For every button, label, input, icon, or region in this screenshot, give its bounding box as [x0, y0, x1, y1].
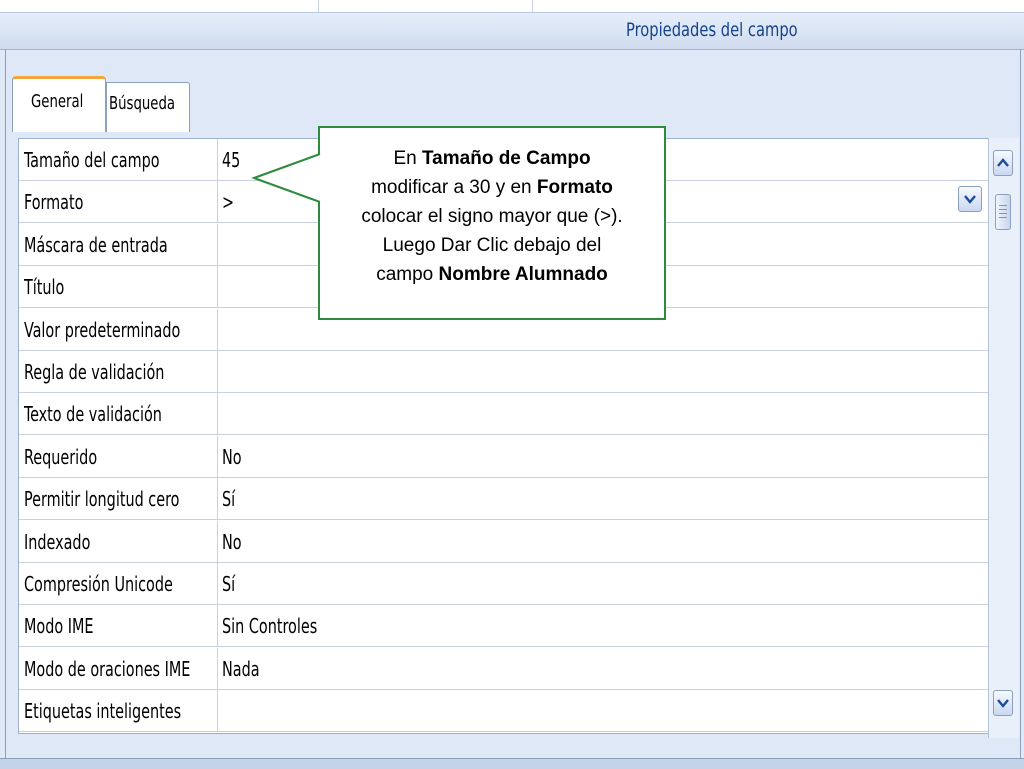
property-label: Permitir longitud cero: [19, 478, 218, 520]
property-label-text: Tamaño del campo: [24, 148, 160, 172]
property-row[interactable]: Modo de oraciones IME Nada: [19, 647, 989, 690]
property-row[interactable]: Indexado No: [19, 520, 989, 563]
property-value-text: Sí: [222, 572, 236, 596]
scroll-thumb[interactable]: [995, 194, 1011, 230]
scroll-up-button[interactable]: [993, 150, 1013, 176]
property-label-text: Valor predeterminado: [24, 317, 181, 342]
property-value-field[interactable]: [219, 690, 989, 731]
property-label-text: Regla de validación: [24, 360, 165, 384]
column-separator: [532, 0, 533, 12]
top-strip: [0, 0, 1024, 13]
property-label: Modo de oraciones IME: [19, 647, 218, 689]
property-value-field[interactable]: [219, 351, 989, 392]
property-label: Tamaño del campo: [19, 139, 218, 180]
property-value-field[interactable]: No: [219, 521, 989, 562]
property-value-field[interactable]: No: [219, 436, 989, 477]
property-value-field[interactable]: [219, 393, 989, 434]
property-row[interactable]: Requerido No: [19, 435, 989, 478]
property-row[interactable]: Regla de validación: [19, 351, 989, 393]
property-label: Texto de validación: [19, 393, 218, 435]
callout-line-3: colocar el signo mayor que (>).: [361, 206, 623, 227]
callout-line-4: Luego Dar Clic debajo del: [382, 235, 602, 256]
property-label: Máscara de entrada: [19, 223, 218, 265]
property-value-text: Sin Controles: [222, 614, 318, 639]
property-label-text: Permitir longitud cero: [24, 487, 180, 512]
property-value-text: >: [222, 190, 235, 215]
property-label: Compresión Unicode: [19, 563, 218, 604]
callout-text: campo: [376, 264, 439, 285]
callout-line-2: modificar a 30 y en Formato: [320, 173, 664, 202]
property-row[interactable]: Etiquetas inteligentes: [19, 690, 989, 733]
property-label-text: Etiquetas inteligentes: [24, 699, 182, 724]
property-label: Indexado: [19, 520, 218, 562]
property-label: Etiquetas inteligentes: [19, 690, 218, 732]
scroll-down-button[interactable]: [993, 690, 1013, 716]
vertical-scrollbar[interactable]: [988, 138, 1019, 738]
property-label: Regla de validación: [19, 351, 218, 392]
property-value-text: Sí: [222, 487, 236, 512]
property-value-field[interactable]: Sí: [219, 563, 989, 604]
property-label-text: Indexado: [24, 529, 91, 554]
property-value-field[interactable]: Nada: [219, 648, 989, 689]
tab-busqueda-label: Búsqueda: [109, 93, 176, 114]
property-label-text: Formato: [24, 190, 84, 215]
callout-text: En: [393, 148, 422, 169]
callout-bold-text: Formato: [536, 177, 613, 198]
callout-bold-text: Tamaño de Campo: [421, 148, 591, 169]
tab-general[interactable]: General: [12, 76, 106, 132]
field-properties-header: Propiedades del campo: [0, 13, 1024, 50]
tab-general-label: General: [31, 91, 84, 112]
bottom-border: [0, 758, 1024, 769]
property-value-text: Nada: [222, 656, 260, 681]
property-value-text: No: [222, 529, 242, 554]
callout-line-1: En Tamaño de Campo: [320, 144, 664, 173]
tab-busqueda[interactable]: Búsqueda: [106, 82, 190, 132]
callout-line-5: campo Nombre Alumnado: [320, 260, 664, 289]
chevron-up-icon: [997, 158, 1009, 167]
property-label: Modo IME: [19, 605, 218, 647]
property-label-text: Compresión Unicode: [24, 572, 173, 596]
callout-bold-text: Nombre Alumnado: [438, 264, 608, 285]
property-row[interactable]: Permitir longitud cero Sí: [19, 478, 989, 521]
property-value-field[interactable]: Sin Controles: [219, 605, 989, 646]
instruction-callout: En Tamaño de Campo modificar a 30 y en F…: [318, 126, 666, 320]
chevron-down-icon: [964, 195, 976, 204]
property-value-text: 45: [222, 148, 241, 172]
field-properties-title: Propiedades del campo: [626, 19, 798, 41]
property-value-field[interactable]: Sí: [219, 478, 989, 519]
callout-text: modificar a 30 y en: [371, 177, 537, 198]
property-label-text: Título: [24, 275, 65, 300]
property-label-text: Requerido: [24, 444, 98, 469]
property-row[interactable]: Texto de validación: [19, 393, 989, 436]
property-label-text: Texto de validación: [24, 402, 162, 427]
property-label-text: Modo IME: [24, 614, 94, 639]
property-value-text: No: [222, 444, 242, 469]
property-label: Valor predeterminado: [19, 308, 218, 350]
property-label-text: Máscara de entrada: [24, 232, 168, 257]
property-row[interactable]: Compresión Unicode Sí: [19, 563, 989, 605]
property-row[interactable]: Modo IME Sin Controles: [19, 605, 989, 648]
property-label: Título: [19, 266, 218, 308]
chevron-down-icon: [997, 699, 1009, 708]
format-dropdown-button[interactable]: [958, 186, 982, 212]
callout-pointer: [251, 153, 321, 203]
property-label: Requerido: [19, 435, 218, 477]
column-separator: [318, 0, 319, 12]
property-label-text: Modo de oraciones IME: [24, 656, 191, 681]
property-label: Formato: [19, 181, 218, 223]
